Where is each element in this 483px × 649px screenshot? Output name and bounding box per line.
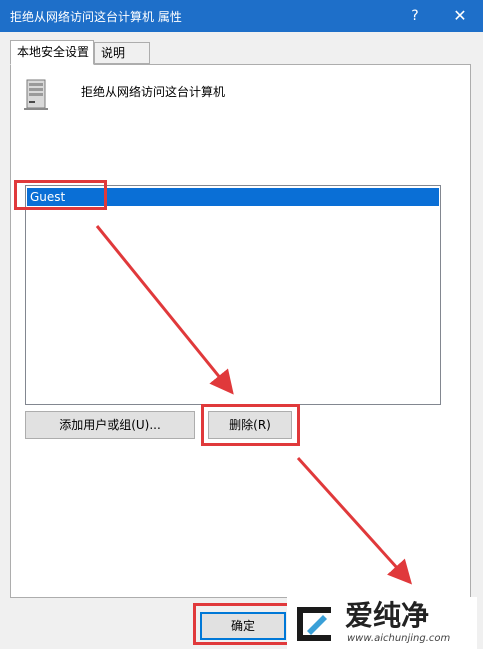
accounts-listbox[interactable]: Guest — [25, 185, 441, 405]
tab-explain[interactable]: 说明 — [94, 42, 150, 64]
highlight-box-ok — [193, 603, 293, 645]
title-bar: 拒绝从网络访问这台计算机 属性 ? ✕ — [0, 0, 483, 32]
watermark-url: www.aichunjing.com — [347, 633, 451, 644]
watermark: 爱纯净 www.aichunjing.com — [287, 597, 477, 649]
add-user-or-group-button[interactable]: 添加用户或组(U)... — [25, 411, 195, 439]
policy-title: 拒绝从网络访问这台计算机 — [81, 85, 226, 99]
tab-panel: 拒绝从网络访问这台计算机 Guest 添加用户或组(U)... 删除(R) — [10, 64, 471, 598]
window-title: 拒绝从网络访问这台计算机 属性 — [10, 10, 182, 24]
server-icon — [24, 79, 48, 110]
help-button[interactable]: ? — [400, 0, 430, 32]
watermark-name: 爱纯净 — [345, 599, 430, 632]
close-button[interactable]: ✕ — [442, 0, 478, 32]
watermark-logo-icon — [297, 607, 331, 641]
highlight-box-guest — [14, 180, 107, 210]
highlight-box-delete — [201, 404, 300, 446]
tab-local-security-setting[interactable]: 本地安全设置 — [10, 40, 94, 65]
